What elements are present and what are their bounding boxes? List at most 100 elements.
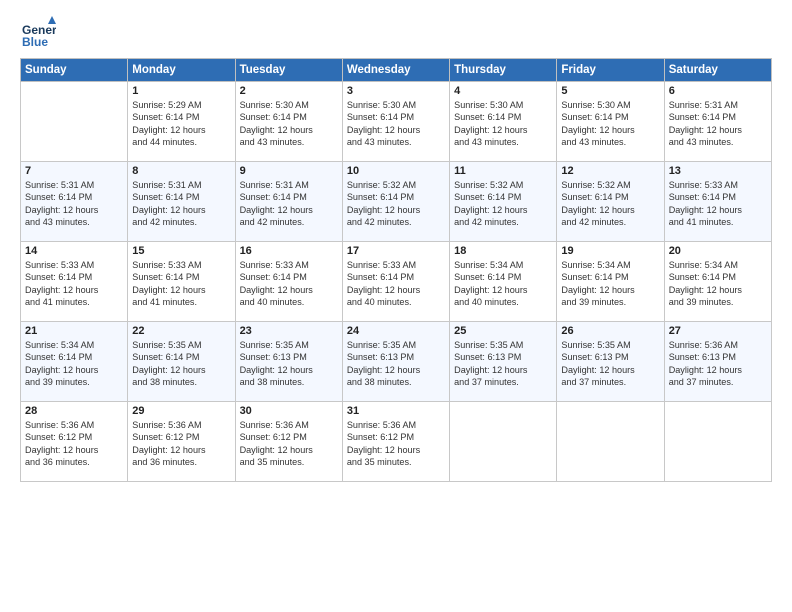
calendar-body: 1Sunrise: 5:29 AMSunset: 6:14 PMDaylight…	[21, 82, 772, 482]
cell-info-line: Sunrise: 5:30 AM	[347, 99, 445, 111]
calendar-cell: 22Sunrise: 5:35 AMSunset: 6:14 PMDayligh…	[128, 322, 235, 402]
cell-info-line: Sunset: 6:12 PM	[132, 431, 230, 443]
cell-info-line: and 42 minutes.	[132, 216, 230, 228]
cell-info-line: Daylight: 12 hours	[132, 204, 230, 216]
cell-info-line: and 35 minutes.	[347, 456, 445, 468]
cell-info-line: and 39 minutes.	[25, 376, 123, 388]
calendar-cell: 13Sunrise: 5:33 AMSunset: 6:14 PMDayligh…	[664, 162, 771, 242]
calendar-cell: 25Sunrise: 5:35 AMSunset: 6:13 PMDayligh…	[450, 322, 557, 402]
day-number: 1	[132, 85, 230, 97]
calendar-cell: 29Sunrise: 5:36 AMSunset: 6:12 PMDayligh…	[128, 402, 235, 482]
day-number: 19	[561, 245, 659, 257]
cell-info-line: Sunset: 6:14 PM	[132, 191, 230, 203]
cell-info-line: Daylight: 12 hours	[25, 364, 123, 376]
cell-info-line: Daylight: 12 hours	[347, 364, 445, 376]
cell-info-line: and 42 minutes.	[240, 216, 338, 228]
day-number: 27	[669, 325, 767, 337]
cell-info-line: Sunset: 6:14 PM	[669, 271, 767, 283]
cell-info-line: Sunset: 6:12 PM	[240, 431, 338, 443]
cell-info-line: Sunrise: 5:35 AM	[132, 339, 230, 351]
cell-info-line: Daylight: 12 hours	[347, 124, 445, 136]
cell-info-line: Sunrise: 5:31 AM	[132, 179, 230, 191]
cell-info-line: Sunrise: 5:31 AM	[669, 99, 767, 111]
day-number: 22	[132, 325, 230, 337]
week-row-4: 28Sunrise: 5:36 AMSunset: 6:12 PMDayligh…	[21, 402, 772, 482]
header-cell-sunday: Sunday	[21, 59, 128, 82]
header-cell-tuesday: Tuesday	[235, 59, 342, 82]
cell-info-line: Daylight: 12 hours	[25, 284, 123, 296]
calendar-table: SundayMondayTuesdayWednesdayThursdayFrid…	[20, 58, 772, 482]
header-cell-monday: Monday	[128, 59, 235, 82]
cell-info-line: Daylight: 12 hours	[454, 364, 552, 376]
cell-info-line: Sunrise: 5:36 AM	[347, 419, 445, 431]
calendar-cell: 8 Sunrise: 5:31 AMSunset: 6:14 PMDaylight…	[128, 162, 235, 242]
calendar-cell: 1Sunrise: 5:29 AMSunset: 6:14 PMDaylight…	[128, 82, 235, 162]
cell-info-line: Sunrise: 5:30 AM	[240, 99, 338, 111]
week-row-3: 21Sunrise: 5:34 AMSunset: 6:14 PMDayligh…	[21, 322, 772, 402]
cell-info-line: Sunset: 6:14 PM	[132, 271, 230, 283]
cell-info-line: Sunrise: 5:32 AM	[561, 179, 659, 191]
cell-info-line: Sunrise: 5:29 AM	[132, 99, 230, 111]
calendar-cell: 14Sunrise: 5:33 AMSunset: 6:14 PMDayligh…	[21, 242, 128, 322]
day-number: 2	[240, 85, 338, 97]
day-number: 8	[132, 165, 230, 177]
cell-info-line: Sunset: 6:14 PM	[240, 111, 338, 123]
cell-info-line: Sunrise: 5:35 AM	[454, 339, 552, 351]
calendar-cell: 6Sunrise: 5:31 AMSunset: 6:14 PMDaylight…	[664, 82, 771, 162]
header: General Blue	[20, 16, 772, 52]
cell-info-line: Sunrise: 5:34 AM	[669, 259, 767, 271]
cell-info-line: Daylight: 12 hours	[669, 284, 767, 296]
cell-info-line: and 43 minutes.	[561, 136, 659, 148]
cell-info-line: Sunset: 6:13 PM	[454, 351, 552, 363]
cell-info-line: Sunrise: 5:33 AM	[132, 259, 230, 271]
cell-info-line: Daylight: 12 hours	[669, 364, 767, 376]
cell-info-line: Daylight: 12 hours	[454, 284, 552, 296]
cell-info-line: Sunrise: 5:36 AM	[669, 339, 767, 351]
cell-info-line: Sunrise: 5:36 AM	[132, 419, 230, 431]
cell-info-line: Sunset: 6:14 PM	[454, 191, 552, 203]
day-number: 29	[132, 405, 230, 417]
cell-info-line: and 40 minutes.	[240, 296, 338, 308]
cell-info-line: and 43 minutes.	[669, 136, 767, 148]
cell-info-line: Sunrise: 5:35 AM	[347, 339, 445, 351]
day-number: 12	[561, 165, 659, 177]
day-number: 18	[454, 245, 552, 257]
calendar-cell: 19Sunrise: 5:34 AMSunset: 6:14 PMDayligh…	[557, 242, 664, 322]
cell-info-line: Daylight: 12 hours	[132, 284, 230, 296]
cell-info-line: Sunrise: 5:30 AM	[561, 99, 659, 111]
cell-info-line: Sunset: 6:14 PM	[669, 191, 767, 203]
calendar-cell: 16Sunrise: 5:33 AMSunset: 6:14 PMDayligh…	[235, 242, 342, 322]
cell-info-line: and 36 minutes.	[25, 456, 123, 468]
cell-info-line: and 43 minutes.	[347, 136, 445, 148]
calendar-cell: 28Sunrise: 5:36 AMSunset: 6:12 PMDayligh…	[21, 402, 128, 482]
day-number: 10	[347, 165, 445, 177]
week-row-1: 7Sunrise: 5:31 AMSunset: 6:14 PMDaylight…	[21, 162, 772, 242]
cell-info-line: Sunset: 6:14 PM	[25, 271, 123, 283]
calendar-cell: 31Sunrise: 5:36 AMSunset: 6:12 PMDayligh…	[342, 402, 449, 482]
calendar-cell: 20Sunrise: 5:34 AMSunset: 6:14 PMDayligh…	[664, 242, 771, 322]
cell-info-line: and 37 minutes.	[561, 376, 659, 388]
cell-info-line: Sunset: 6:14 PM	[561, 271, 659, 283]
calendar-cell: 21Sunrise: 5:34 AMSunset: 6:14 PMDayligh…	[21, 322, 128, 402]
cell-info-line: Sunset: 6:14 PM	[561, 111, 659, 123]
calendar-cell: 15Sunrise: 5:33 AMSunset: 6:14 PMDayligh…	[128, 242, 235, 322]
cell-info-line: Sunset: 6:12 PM	[347, 431, 445, 443]
cell-info-line: Sunset: 6:14 PM	[454, 271, 552, 283]
day-number: 9	[240, 165, 338, 177]
day-number: 24	[347, 325, 445, 337]
cell-info-line: Sunrise: 5:34 AM	[25, 339, 123, 351]
cell-info-line: and 38 minutes.	[347, 376, 445, 388]
cell-info-line: Daylight: 12 hours	[25, 444, 123, 456]
cell-info-line: Sunset: 6:13 PM	[561, 351, 659, 363]
header-cell-friday: Friday	[557, 59, 664, 82]
cell-info-line: Daylight: 12 hours	[240, 124, 338, 136]
cell-info-line: Daylight: 12 hours	[454, 124, 552, 136]
calendar-cell: 12Sunrise: 5:32 AMSunset: 6:14 PMDayligh…	[557, 162, 664, 242]
day-number: 26	[561, 325, 659, 337]
cell-info-line: and 39 minutes.	[669, 296, 767, 308]
cell-info-line: and 41 minutes.	[25, 296, 123, 308]
day-number: 21	[25, 325, 123, 337]
cell-info-line: Sunrise: 5:31 AM	[240, 179, 338, 191]
cell-info-line: Sunset: 6:14 PM	[132, 111, 230, 123]
calendar-cell: 2 Sunrise: 5:30 AMSunset: 6:14 PMDaylight…	[235, 82, 342, 162]
